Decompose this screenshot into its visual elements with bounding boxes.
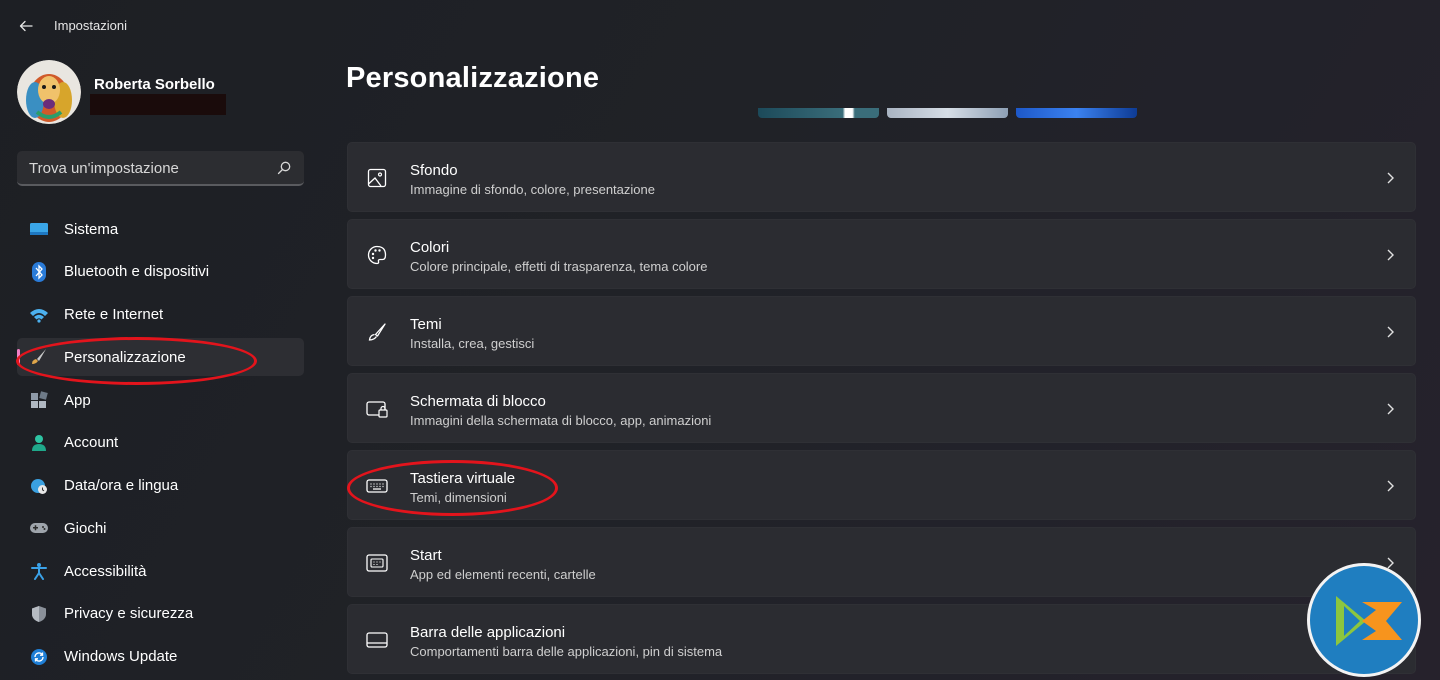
brush-icon bbox=[366, 321, 388, 343]
setting-barra-applicazioni[interactable]: Barra delle applicazioni Comportamenti b… bbox=[347, 604, 1416, 674]
setting-tastiera-virtuale[interactable]: Tastiera virtuale Temi, dimensioni bbox=[347, 450, 1416, 520]
sidebar-item-label: Data/ora e lingua bbox=[64, 477, 179, 494]
back-arrow-icon bbox=[19, 20, 33, 32]
card-description: Temi, dimensioni bbox=[410, 490, 507, 505]
title-bar: Impostazioni bbox=[0, 0, 1440, 52]
sidebar-item-accessibilita[interactable]: Accessibilità bbox=[17, 552, 304, 590]
setting-schermata-blocco[interactable]: Schermata di blocco Immagini della scher… bbox=[347, 373, 1416, 443]
card-title: Schermata di blocco bbox=[410, 393, 546, 410]
card-description: Immagini della schermata di blocco, app,… bbox=[410, 413, 712, 428]
sidebar-item-label: App bbox=[64, 391, 91, 409]
theme-thumbnail[interactable] bbox=[1016, 108, 1137, 118]
sidebar-item-giochi[interactable]: Giochi bbox=[17, 509, 304, 547]
card-title: Start bbox=[410, 547, 442, 564]
card-description: Comportamenti barra delle applicazioni, … bbox=[410, 644, 723, 659]
accessibility-icon bbox=[29, 561, 49, 581]
sidebar-item-label: Giochi bbox=[64, 519, 107, 537]
chevron-right-icon bbox=[1387, 403, 1394, 415]
back-button[interactable] bbox=[14, 14, 38, 38]
sidebar-nav: Sistema Bluetooth e dispositivi Rete e I… bbox=[17, 210, 304, 680]
chevron-right-icon bbox=[1387, 326, 1394, 338]
picture-icon bbox=[366, 167, 388, 189]
sidebar-item-label: Privacy e sicurezza bbox=[64, 605, 194, 623]
page-title: Personalizzazione bbox=[346, 62, 600, 94]
sidebar-item-data-ora[interactable]: Data/ora e lingua bbox=[17, 467, 304, 505]
card-title: Barra delle applicazioni bbox=[410, 624, 566, 641]
card-description: Immagine di sfondo, colore, presentazion… bbox=[410, 182, 655, 197]
sidebar-item-label: Windows Update bbox=[64, 648, 178, 665]
card-title: Sfondo bbox=[410, 162, 458, 179]
shield-icon bbox=[29, 604, 49, 624]
theme-thumbnail[interactable] bbox=[758, 108, 879, 118]
logo-mark-icon bbox=[1336, 596, 1402, 646]
sidebar-item-rete[interactable]: Rete e Internet bbox=[17, 296, 304, 334]
theme-thumbnail[interactable] bbox=[887, 108, 1008, 118]
wifi-icon bbox=[29, 305, 49, 325]
sidebar-item-label: Rete e Internet bbox=[64, 306, 164, 323]
brush-icon bbox=[29, 347, 49, 367]
setting-temi[interactable]: Temi Installa, crea, gestisci bbox=[347, 296, 1416, 366]
sidebar-item-privacy[interactable]: Privacy e sicurezza bbox=[17, 595, 304, 633]
card-description: Colore principale, effetti di trasparenz… bbox=[410, 259, 708, 274]
sidebar-item-label: Accessibilità bbox=[64, 562, 147, 580]
bluetooth-icon bbox=[29, 261, 49, 282]
sidebar-item-label: Account bbox=[64, 434, 119, 452]
start-icon bbox=[366, 552, 388, 574]
sidebar-item-label: Sistema bbox=[64, 220, 119, 238]
sidebar-item-label: Personalizzazione bbox=[64, 348, 186, 366]
update-icon bbox=[29, 647, 49, 667]
keyboard-icon bbox=[366, 475, 388, 497]
app-title: Impostazioni bbox=[54, 18, 127, 33]
search-box[interactable]: Trova un'impostazione bbox=[17, 151, 304, 186]
search-icon[interactable] bbox=[276, 160, 292, 176]
taskbar-icon bbox=[366, 629, 388, 651]
card-description: App ed elementi recenti, cartelle bbox=[410, 567, 596, 582]
setting-sfondo[interactable]: Sfondo Immagine di sfondo, colore, prese… bbox=[347, 142, 1416, 212]
settings-window: Impostazioni Roberta Sorbello Trova un'i… bbox=[0, 0, 1440, 680]
sidebar-item-sistema[interactable]: Sistema bbox=[17, 210, 304, 248]
setting-colori[interactable]: Colori Colore principale, effetti di tra… bbox=[347, 219, 1416, 289]
apps-icon bbox=[29, 390, 49, 410]
card-title: Temi bbox=[410, 316, 442, 333]
sidebar-item-bluetooth[interactable]: Bluetooth e dispositivi bbox=[17, 253, 304, 291]
redacted-email bbox=[90, 94, 226, 115]
user-name: Roberta Sorbello bbox=[94, 76, 215, 93]
lock-screen-icon bbox=[366, 398, 388, 420]
avatar[interactable] bbox=[17, 60, 81, 124]
sidebar-item-personalizzazione[interactable]: Personalizzazione bbox=[17, 338, 304, 377]
globe-clock-icon bbox=[29, 476, 49, 496]
sidebar-item-app[interactable]: App bbox=[17, 381, 304, 419]
card-description: Installa, crea, gestisci bbox=[410, 336, 535, 351]
chevron-right-icon bbox=[1387, 172, 1394, 184]
sidebar-item-windows-update[interactable]: Windows Update bbox=[17, 638, 304, 676]
gamepad-icon bbox=[29, 518, 49, 538]
avatar-image bbox=[17, 60, 81, 124]
search-input[interactable]: Trova un'impostazione bbox=[29, 160, 179, 177]
settings-list: Sfondo Immagine di sfondo, colore, prese… bbox=[347, 142, 1416, 680]
chevron-right-icon bbox=[1387, 249, 1394, 261]
system-icon bbox=[29, 219, 49, 239]
account-icon bbox=[29, 433, 49, 453]
sidebar-item-label: Bluetooth e dispositivi bbox=[64, 263, 210, 281]
palette-icon bbox=[366, 244, 388, 266]
setting-start[interactable]: Start App ed elementi recenti, cartelle bbox=[347, 527, 1416, 597]
card-title: Colori bbox=[410, 239, 450, 256]
sidebar-item-account[interactable]: Account bbox=[17, 424, 304, 462]
card-title: Tastiera virtuale bbox=[410, 470, 516, 487]
watermark-logo bbox=[1307, 563, 1421, 677]
chevron-right-icon bbox=[1387, 480, 1394, 492]
